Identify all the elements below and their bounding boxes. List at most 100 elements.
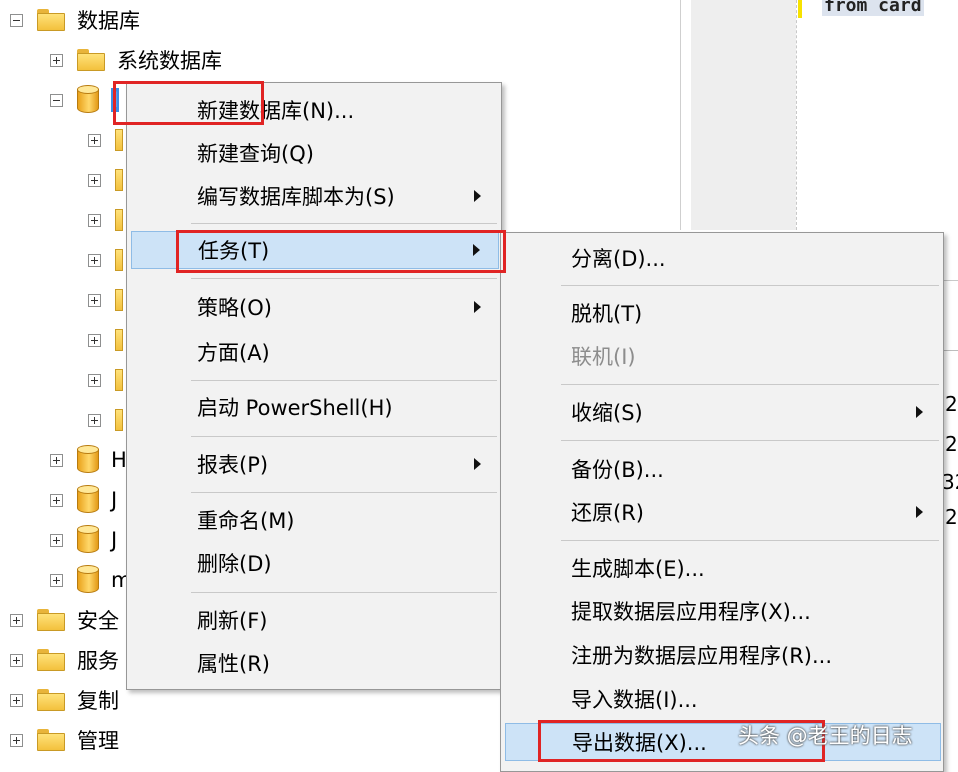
database-icon: [77, 525, 99, 555]
expand-icon[interactable]: [50, 53, 63, 67]
expand-icon[interactable]: [88, 413, 101, 427]
menu-item-script-database[interactable]: 编写数据库脚本为(S): [127, 177, 501, 215]
tree-node-database[interactable]: J: [50, 520, 117, 560]
tree-node-security[interactable]: 安全: [10, 600, 119, 640]
folder-icon: [37, 609, 65, 631]
tree-node-child[interactable]: [88, 120, 123, 160]
annotation-box-tasks: [176, 230, 506, 273]
tree-node-child[interactable]: [88, 160, 123, 200]
menu-item-label: 策略(O): [197, 296, 272, 320]
menu-item-take-offline[interactable]: 脱机(T): [501, 294, 943, 332]
expand-icon[interactable]: [10, 613, 23, 627]
menu-item-extract-data-tier[interactable]: 提取数据层应用程序(X)...: [501, 592, 943, 630]
expand-icon[interactable]: [88, 213, 101, 227]
menu-item-properties[interactable]: 属性(R): [127, 644, 501, 682]
collapse-icon[interactable]: [10, 13, 23, 27]
tree-node-server-objects[interactable]: 服务: [10, 640, 119, 680]
menu-item-new-query[interactable]: 新建查询(Q): [127, 134, 501, 172]
tree-node-child[interactable]: [88, 360, 123, 400]
watermark-text: 头条 @老王的日志: [738, 724, 913, 748]
menu-item-label: 编写数据库脚本为(S): [197, 185, 395, 209]
tree-node-child[interactable]: [88, 320, 123, 360]
folder-icon: [115, 409, 123, 431]
expand-icon[interactable]: [50, 533, 63, 547]
expand-icon[interactable]: [88, 333, 101, 347]
menu-item-label: 备份(B)...: [571, 458, 664, 482]
menu-item-backup[interactable]: 备份(B)...: [501, 450, 943, 488]
expand-icon[interactable]: [10, 733, 23, 747]
editor-margin-line: [796, 0, 798, 230]
menu-icon-gutter: [127, 83, 173, 689]
expand-icon[interactable]: [50, 493, 63, 507]
menu-item-detach[interactable]: 分离(D)...: [501, 239, 943, 277]
tree-node-databases[interactable]: 数据库: [10, 0, 140, 40]
tree-node-child[interactable]: [88, 200, 123, 240]
tree-node-management[interactable]: 管理: [10, 720, 119, 760]
menu-item-reports[interactable]: 报表(P): [127, 445, 501, 483]
menu-item-register-data-tier[interactable]: 注册为数据层应用程序(R)...: [501, 636, 943, 674]
folder-icon: [115, 369, 123, 391]
tree-node-replication[interactable]: 复制: [10, 680, 119, 720]
menu-item-shrink[interactable]: 收缩(S): [501, 393, 943, 431]
results-divider: [942, 280, 958, 281]
result-cell: 2S: [945, 392, 958, 416]
menu-item-import-data[interactable]: 导入数据(I)...: [501, 680, 943, 718]
menu-item-label: 启动 PowerShell(H): [197, 396, 393, 420]
sql-editor-text[interactable]: from card: [822, 0, 924, 16]
menu-item-label: 导入数据(I)...: [571, 688, 698, 712]
menu-item-bring-online: 联机(I): [501, 337, 943, 375]
menu-item-label: 刷新(F): [197, 609, 268, 633]
tree-node-label: 管理: [77, 729, 119, 753]
expand-icon[interactable]: [88, 173, 101, 187]
menu-separator: [561, 384, 939, 385]
menu-item-start-powershell[interactable]: 启动 PowerShell(H): [127, 388, 501, 426]
menu-item-label: 重命名(M): [197, 509, 295, 533]
menu-item-facets[interactable]: 方面(A): [127, 333, 501, 371]
expand-icon[interactable]: [50, 573, 63, 587]
menu-item-restore[interactable]: 还原(R): [501, 493, 943, 531]
tree-node-child[interactable]: [88, 280, 123, 320]
tree-node-label: 数据库: [77, 9, 140, 33]
collapse-icon[interactable]: [50, 93, 63, 107]
expand-icon[interactable]: [88, 293, 101, 307]
expand-icon[interactable]: [88, 373, 101, 387]
expand-icon[interactable]: [88, 253, 101, 267]
folder-icon: [115, 209, 123, 231]
menu-item-label: 分离(D)...: [571, 247, 666, 271]
folder-icon: [37, 729, 65, 751]
tasks-submenu: 分离(D)... 脱机(T) 联机(I) 收缩(S) 备份(B)... 还原(R…: [500, 232, 944, 772]
menu-item-label: 删除(D): [197, 552, 272, 576]
menu-item-generate-scripts[interactable]: 生成脚本(E)...: [501, 549, 943, 587]
tree-node-selected-database[interactable]: I: [50, 80, 120, 120]
menu-item-label: 脱机(T): [571, 302, 643, 326]
tree-node-label: 安全: [77, 609, 119, 633]
menu-item-label: 属性(R): [197, 652, 270, 676]
tree-node-system-databases[interactable]: 系统数据库: [50, 40, 222, 80]
menu-separator: [191, 492, 497, 493]
submenu-arrow-icon: [916, 506, 923, 518]
menu-separator: [191, 278, 497, 279]
result-cell: 2: [945, 432, 958, 456]
database-icon: [77, 485, 99, 515]
expand-icon[interactable]: [50, 453, 63, 467]
menu-item-label: 生成脚本(E)...: [571, 557, 705, 581]
folder-icon: [115, 289, 123, 311]
tree-node-database[interactable]: m: [50, 560, 131, 600]
tree-node-child[interactable]: [88, 240, 123, 280]
menu-item-label: 方面(A): [197, 341, 270, 365]
tree-node-database[interactable]: J: [50, 480, 117, 520]
menu-item-policies[interactable]: 策略(O): [127, 288, 501, 326]
folder-icon: [115, 129, 123, 151]
expand-icon[interactable]: [10, 693, 23, 707]
expand-icon[interactable]: [10, 653, 23, 667]
expand-icon[interactable]: [88, 133, 101, 147]
database-icon: [77, 85, 99, 115]
tree-node-child[interactable]: [88, 400, 123, 440]
menu-item-refresh[interactable]: 刷新(F): [127, 601, 501, 639]
folder-icon: [115, 169, 123, 191]
tree-node-database[interactable]: H: [50, 440, 127, 480]
tree-node-label: J: [111, 488, 118, 512]
menu-item-delete[interactable]: 删除(D): [127, 544, 501, 582]
tree-node-label: 系统数据库: [117, 49, 222, 73]
menu-item-rename[interactable]: 重命名(M): [127, 501, 501, 539]
